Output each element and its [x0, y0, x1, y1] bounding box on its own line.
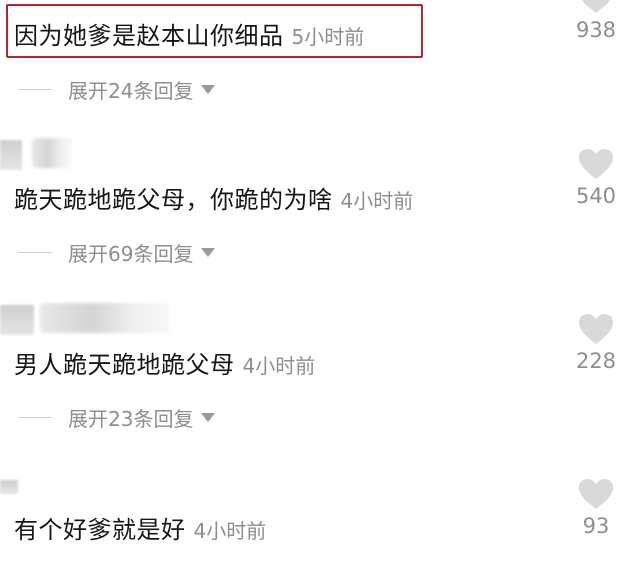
divider-line [18, 89, 52, 90]
expand-replies[interactable]: 展开69条回复 [18, 238, 216, 267]
comment-text: 因为她爹是赵本山你细品 [14, 22, 284, 50]
caret-down-icon [201, 248, 216, 257]
expand-replies-label: 展开23条回复 [68, 407, 194, 431]
like-button[interactable]: 938 [572, 0, 620, 42]
heart-icon [582, 0, 610, 13]
caret-down-icon [201, 413, 216, 422]
expand-replies[interactable]: 展开23条回复 [18, 403, 216, 432]
caret-down-icon [201, 85, 216, 94]
avatar[interactable] [0, 305, 34, 335]
divider-line [18, 252, 52, 253]
username-blurred[interactable] [40, 303, 170, 333]
avatar[interactable] [0, 140, 22, 170]
like-count: 228 [575, 349, 617, 373]
comment-text: 跪天跪地跪父母，你跪的为啥 [14, 186, 333, 214]
like-count: 93 [582, 514, 610, 538]
like-button[interactable]: 228 [572, 313, 620, 373]
comment-body: 因为她爹是赵本山你细品 5小时前 [14, 16, 364, 51]
username-blurred[interactable] [32, 138, 72, 168]
comment-time: 4小时前 [242, 354, 316, 378]
comment-body: 男人跪天跪地跪父母 4小时前 [14, 345, 315, 380]
comment-time: 5小时前 [291, 25, 365, 49]
divider-line [18, 417, 52, 418]
expand-replies-label: 展开24条回复 [68, 79, 194, 103]
comment-text: 男人跪天跪地跪父母 [14, 351, 235, 379]
heart-icon [579, 314, 613, 344]
like-button[interactable]: 93 [572, 478, 620, 538]
comment-text: 有个好爹就是好 [14, 516, 186, 544]
like-count: 938 [575, 18, 617, 42]
expand-replies-label: 展开69条回复 [68, 242, 194, 266]
like-button[interactable]: 540 [572, 148, 620, 208]
like-count: 540 [575, 184, 617, 208]
comment-time: 4小时前 [193, 519, 267, 543]
heart-icon [579, 149, 613, 179]
comment-body: 有个好爹就是好 4小时前 [14, 510, 266, 545]
comment-time: 4小时前 [340, 189, 414, 213]
comment-body: 跪天跪地跪父母，你跪的为啥 4小时前 [14, 180, 413, 215]
expand-replies[interactable]: 展开24条回复 [18, 75, 216, 104]
heart-icon [579, 479, 613, 509]
avatar[interactable] [0, 480, 18, 494]
